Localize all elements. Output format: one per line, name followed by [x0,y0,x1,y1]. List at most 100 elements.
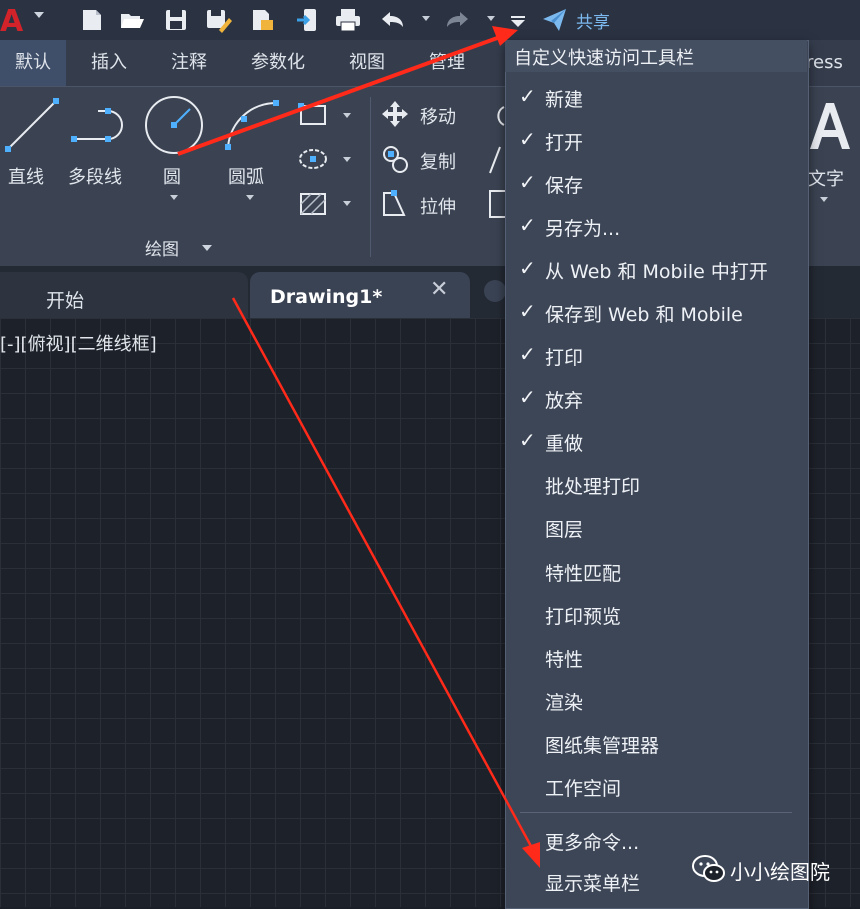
app-menu-dropdown-icon[interactable] [34,12,44,18]
menu-item[interactable]: ✓ 另存为... [505,204,807,247]
move-label[interactable]: 移动 [420,103,456,129]
app-logo[interactable]: A [0,4,23,39]
menu-item[interactable]: ✓ 打开 [505,118,807,161]
check-icon: ✓ [519,428,536,452]
menu-item[interactable]: ✓ 新建 [505,75,807,118]
tab-insert[interactable]: 插入 [76,40,142,86]
menu-item-label: 打开 [545,132,584,154]
move-icon[interactable] [380,99,410,129]
menu-item[interactable]: 批处理打印 [505,462,807,505]
share-label[interactable]: 共享 [576,8,610,33]
check-icon: ✓ [519,170,536,194]
draw-panel-expand-icon[interactable] [202,245,212,251]
doc-tab-start[interactable]: 开始 [0,272,248,318]
doc-tab-drawing-label: Drawing1* [270,286,383,308]
undo-icon[interactable] [378,6,406,34]
viewport-controls[interactable]: [-][俯视][二维线框] [0,330,157,356]
tab-parametric[interactable]: 参数化 [238,40,318,86]
menu-item[interactable]: 图层 [505,505,807,548]
save-web-mobile-icon[interactable] [294,6,322,34]
scale-icon[interactable] [488,189,506,219]
menu-item-label: 从 Web 和 Mobile 中打开 [545,261,768,283]
tab-view[interactable]: 视图 [334,40,400,86]
menu-item-label: 保存到 Web 和 Mobile [545,304,743,326]
redo-icon[interactable] [444,6,472,34]
menu-item[interactable]: ✓ 放弃 [505,376,807,419]
share-icon[interactable] [540,6,568,34]
check-icon: ✓ [519,213,536,237]
line-tool-icon[interactable] [2,95,62,155]
ellipse-tool-icon[interactable] [298,147,328,171]
redo-dropdown-icon[interactable] [487,16,495,21]
tab-annotate[interactable]: 注释 [156,40,222,86]
menu-item[interactable]: ✓ 重做 [505,419,807,462]
menu-item[interactable]: 特性匹配 [505,549,807,592]
undo-dropdown-icon[interactable] [422,16,430,21]
menu-item-label: 特性 [545,649,584,671]
menu-header: 自定义快速访问工具栏 [505,40,807,72]
menu-item-label: 图层 [545,519,584,541]
circle-tool-icon[interactable] [142,93,206,157]
open-icon[interactable] [118,6,146,34]
draw-panel-title[interactable]: 绘图 [145,235,179,260]
new-tab-icon[interactable] [484,280,506,302]
save-as-icon[interactable] [204,6,232,34]
menu-item[interactable]: 图纸集管理器 [505,721,807,764]
quick-access-toolbar: A 共享 [0,0,860,40]
copy-icon[interactable] [380,143,412,175]
circle-tool-label[interactable]: 圆 [163,163,181,189]
arc-tool-icon[interactable] [220,95,284,155]
rectangle-dropdown-icon[interactable] [343,113,351,118]
rotate-icon[interactable] [488,103,506,129]
tab-express[interactable]: ress [806,40,860,86]
mirror-icon[interactable] [488,145,506,175]
tab-manage[interactable]: 管理 [414,40,480,86]
menu-item-label: 渲染 [545,692,584,714]
menu-item-label: 保存 [545,175,584,197]
menu-item-label: 显示菜单栏 [545,873,641,895]
menu-item-label: 重做 [545,433,584,455]
menu-item-label: 放弃 [545,390,584,412]
tab-default[interactable]: 默认 [0,40,66,86]
copy-label[interactable]: 复制 [420,148,456,174]
menu-item[interactable]: 更多命令... [505,818,807,861]
menu-item[interactable]: 打印预览 [505,592,807,635]
menu-item-label: 新建 [545,89,584,111]
arc-tool-label[interactable]: 圆弧 [228,163,264,189]
menu-item[interactable]: 渲染 [505,678,807,721]
circle-dropdown-icon[interactable] [170,195,178,200]
menu-item-label: 批处理打印 [545,476,641,498]
menu-item[interactable]: ✓ 打印 [505,333,807,376]
check-icon: ✓ [519,342,536,366]
print-icon[interactable] [334,6,362,34]
menu-item[interactable]: ✓ 从 Web 和 Mobile 中打开 [505,247,807,290]
line-tool-label[interactable]: 直线 [8,163,44,189]
open-web-mobile-icon[interactable] [248,6,276,34]
text-tool-label[interactable]: 文字 [808,165,844,191]
polyline-tool-icon[interactable] [68,101,134,151]
polyline-tool-label[interactable]: 多段线 [68,163,122,189]
menu-item[interactable]: 特性 [505,635,807,678]
stretch-icon[interactable] [380,189,410,219]
doc-tab-start-label: 开始 [46,290,85,312]
menu-item[interactable]: 工作空间 [505,764,807,807]
ellipse-dropdown-icon[interactable] [343,157,351,162]
rectangle-tool-icon[interactable] [298,103,328,127]
customize-dropdown-icon[interactable] [504,6,532,34]
new-icon[interactable] [78,6,106,34]
stretch-label[interactable]: 拉伸 [420,193,456,219]
text-tool-icon[interactable] [808,99,852,151]
save-icon[interactable] [162,6,190,34]
menu-item[interactable]: ✓ 保存到 Web 和 Mobile [505,290,807,333]
menu-item-label: 特性匹配 [545,563,622,585]
hatch-tool-icon[interactable] [298,191,328,217]
arc-dropdown-icon[interactable] [246,195,254,200]
watermark-text: 小小绘图院 [730,860,830,884]
hatch-dropdown-icon[interactable] [343,201,351,206]
check-icon: ✓ [519,127,536,151]
menu-item[interactable]: ✓ 保存 [505,161,807,204]
menu-separator [520,812,792,813]
wechat-icon [692,855,725,882]
text-dropdown-icon[interactable] [820,197,828,202]
close-icon[interactable]: ✕ [430,277,448,302]
